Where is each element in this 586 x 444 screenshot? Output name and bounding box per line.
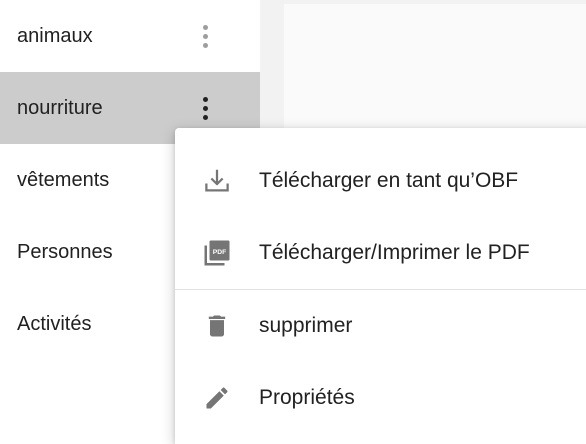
menu-item-label: Télécharger/Imprimer le PDF (259, 241, 530, 264)
menu-item-delete[interactable]: supprimer (175, 290, 586, 362)
menu-item-download-obf[interactable]: Télécharger en tant qu’OBF (175, 145, 586, 217)
menu-item-label: Propriétés (259, 386, 355, 409)
more-vert-icon[interactable] (194, 21, 216, 51)
board-item-label: Personnes (17, 240, 113, 263)
board-context-menu: Télécharger en tant qu’OBF PDF Télécharg… (175, 128, 586, 444)
board-item-label: vêtements (17, 168, 110, 191)
svg-text:PDF: PDF (213, 249, 227, 256)
menu-item-print-pdf[interactable]: PDF Télécharger/Imprimer le PDF (175, 217, 586, 289)
trash-icon (201, 310, 233, 342)
app-root: animaux nourriture vêtements Personnes A… (0, 0, 586, 444)
download-icon (201, 165, 233, 197)
menu-item-properties[interactable]: Propriétés (175, 362, 586, 434)
menu-item-label: supprimer (259, 314, 353, 337)
menu-item-label: Télécharger en tant qu’OBF (259, 169, 519, 192)
pdf-icon: PDF (201, 237, 233, 269)
board-item-label: animaux (17, 24, 93, 47)
board-item-animaux[interactable]: animaux (0, 0, 260, 72)
board-item-label: nourriture (17, 96, 103, 119)
board-item-label: Activités (17, 312, 92, 335)
pencil-icon (201, 382, 233, 414)
more-vert-icon[interactable] (194, 93, 216, 123)
